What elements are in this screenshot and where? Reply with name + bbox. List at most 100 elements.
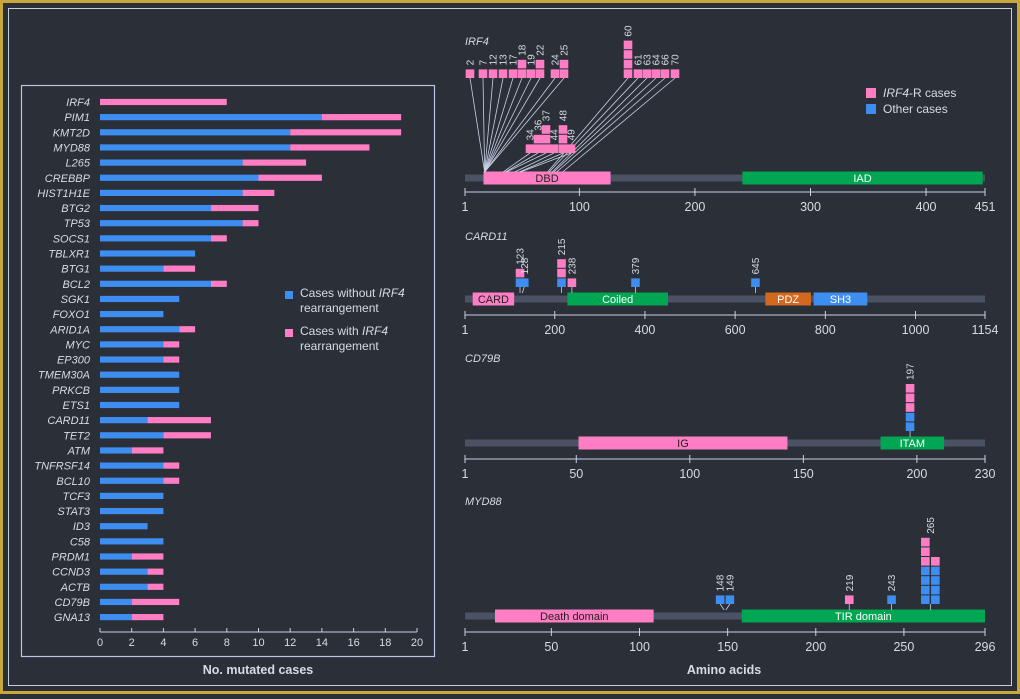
protein-panel-cd79b: CD79BIG ITAM1 50 100 150 200 230197 <box>462 353 996 481</box>
mutation-marker <box>905 403 915 412</box>
mutation-stem <box>484 77 541 173</box>
bar-without-irf4 <box>100 311 164 318</box>
bar-without-irf4 <box>100 462 164 469</box>
mutation-marker <box>508 69 518 78</box>
gene-label: PIM1 <box>64 112 90 124</box>
bar-x-tick-label: 14 <box>316 637 328 649</box>
mutation-marker <box>642 69 652 78</box>
mutation-marker <box>633 69 643 78</box>
legend-label-line2: rearrangement <box>300 339 379 353</box>
bar-without-irf4 <box>100 523 148 530</box>
mutation-label: 18 <box>518 44 529 56</box>
protein-name: IRF4 <box>465 36 489 48</box>
aa-axis-tick-label: 250 <box>893 640 914 654</box>
gene-label: STAT3 <box>57 506 90 518</box>
aa-axis-tick-label: 1154 <box>972 323 999 337</box>
mutation-stem <box>551 77 648 173</box>
mutation-marker <box>905 384 915 393</box>
bar-without-irf4 <box>100 401 180 409</box>
mutation-label: 379 <box>631 257 642 274</box>
mutation-stem <box>482 77 486 173</box>
mutation-marker <box>549 144 559 153</box>
bar-without-irf4 <box>100 220 243 227</box>
mutation-marker <box>715 595 725 604</box>
gene-label: ACTB <box>60 582 90 594</box>
gene-label: TBLXR1 <box>48 249 90 261</box>
mutation-marker <box>517 69 527 78</box>
bar-without-irf4 <box>100 386 180 393</box>
protein-name: CD79B <box>465 353 500 365</box>
legend-label: Other cases <box>883 102 948 116</box>
bar-with-irf4 <box>147 568 164 575</box>
mutation-stem <box>725 603 731 611</box>
gene-label: TNFRSF14 <box>34 461 90 473</box>
mutation-marker <box>541 144 551 153</box>
bar-with-irf4 <box>179 326 196 333</box>
mutation-label: 25 <box>560 44 571 56</box>
gene-label: BCL10 <box>56 476 91 488</box>
aa-axis-tick-label: 150 <box>793 467 814 481</box>
gene-label: ARID1A <box>49 324 90 336</box>
mutation-stem <box>562 77 676 173</box>
gene-label: KMT2D <box>53 127 90 139</box>
protein-panel-card11: CARD11 CARD Coiled PDZ SH3 1 200 400 600 800 1000 1… <box>462 231 999 337</box>
bar-with-irf4 <box>131 447 164 454</box>
mutation-marker <box>921 566 930 576</box>
protein-name: CARD11 <box>465 231 508 243</box>
bar-with-irf4 <box>131 598 180 606</box>
bar-x-axis-label: No. mutated cases <box>203 663 314 677</box>
mutation-marker <box>478 69 488 78</box>
mutation-marker <box>651 69 661 78</box>
figure-canvas: IRF4 PIM1 KMT2D MYD88 L265 CREBBP HIST1H1E BTG2… <box>0 0 1020 694</box>
mutation-marker <box>623 59 633 69</box>
mutation-label: 215 <box>557 238 568 255</box>
mutation-stem <box>484 77 504 173</box>
bar-without-irf4 <box>100 507 164 515</box>
bar-with-irf4 <box>163 462 180 469</box>
bar-x-tick-label: 8 <box>224 637 230 649</box>
mutation-label: 70 <box>671 54 682 66</box>
bar-without-irf4 <box>100 326 180 333</box>
gene-label: TP53 <box>64 218 91 230</box>
lollipop-x-axis-label: Amino acids <box>687 663 761 677</box>
aa-axis-tick-label: 50 <box>544 640 558 654</box>
mutation-marker <box>921 537 930 547</box>
mutation-stem <box>484 77 523 173</box>
bar-with-irf4 <box>258 174 322 181</box>
mutation-marker <box>557 278 566 287</box>
gene-label: IRF4 <box>66 97 90 109</box>
gene-label: SOCS1 <box>53 233 90 245</box>
bar-with-irf4 <box>321 114 402 121</box>
mutation-marker <box>905 422 915 431</box>
mutation-stem <box>521 286 525 294</box>
mutation-marker <box>905 393 915 403</box>
mutation-label: 197 <box>906 363 917 380</box>
mutation-label: 265 <box>926 517 937 534</box>
gene-label: ATM <box>67 445 91 457</box>
bar-with-irf4 <box>163 432 211 439</box>
mutation-stem <box>514 152 555 173</box>
bar-without-irf4 <box>100 492 164 499</box>
protein-panel-irf4: IRF4DBD IAD1 100 200 300 400 4512 7 12 13 17181922… <box>462 25 996 214</box>
bar-without-irf4 <box>100 432 164 439</box>
mutation-stem <box>505 152 539 173</box>
mutation-stem <box>719 603 725 611</box>
mutation-label: 149 <box>725 574 736 591</box>
mutation-marker <box>557 268 566 278</box>
mutation-marker <box>550 69 560 78</box>
bar-without-irf4 <box>100 174 259 181</box>
aa-axis-tick-label: 1 <box>462 323 469 337</box>
mutation-marker <box>567 278 577 287</box>
bar-with-irf4 <box>210 204 259 212</box>
bar-with-irf4 <box>290 129 402 136</box>
mutation-marker <box>921 576 930 585</box>
protein-panel-myd88: MYD88Death domain TIR domain1 50 100 150 200 2… <box>462 496 996 654</box>
mutation-marker <box>623 50 633 59</box>
bar-with-irf4 <box>210 235 227 242</box>
aa-axis-tick-label: 230 <box>975 467 996 481</box>
aa-axis-tick-label: 400 <box>635 323 656 337</box>
legend-label-line2: rearrangement <box>300 301 379 315</box>
bar-without-irf4 <box>100 477 164 484</box>
mutation-marker <box>498 69 508 78</box>
bar-x-tick-label: 6 <box>192 637 198 649</box>
